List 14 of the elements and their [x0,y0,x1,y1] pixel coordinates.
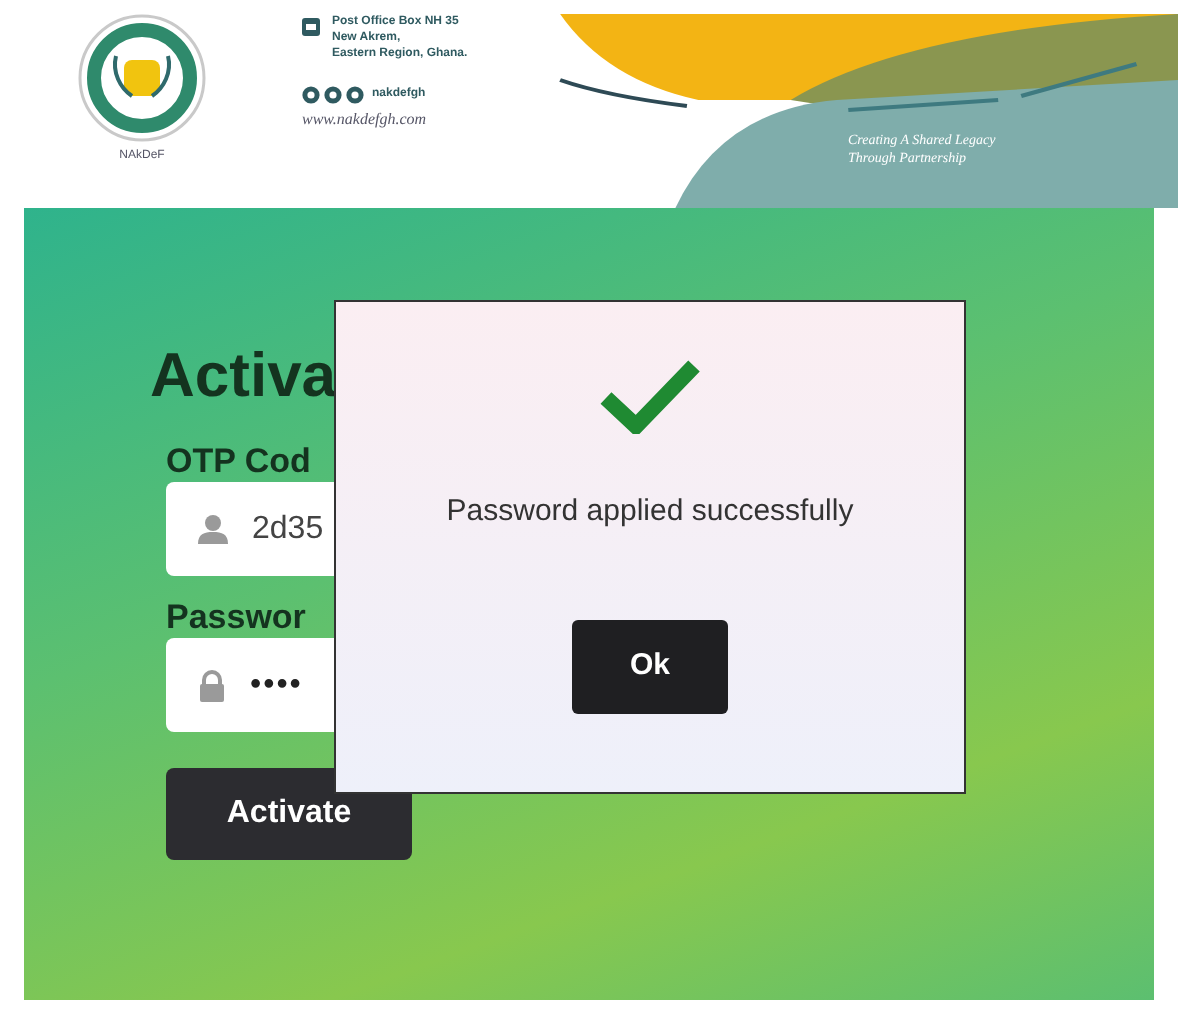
ok-button[interactable]: Ok [572,619,728,713]
input-value: 2d35 [252,509,324,549]
lock-icon [198,669,226,701]
field-label: Passwor [166,600,308,636]
dialog-message: Password applied successfully [446,492,854,532]
form-title: Activa [150,338,337,414]
user-icon [198,514,228,544]
mailbox-icon [302,18,320,36]
field-label: OTP Cod [166,444,313,480]
website-link[interactable]: www.nakdefgh.com [302,108,514,132]
checkmark-icon [598,358,702,434]
activate-button[interactable]: Activate [166,768,412,860]
logo-icon [76,12,208,144]
input-value: •••• [250,665,303,705]
